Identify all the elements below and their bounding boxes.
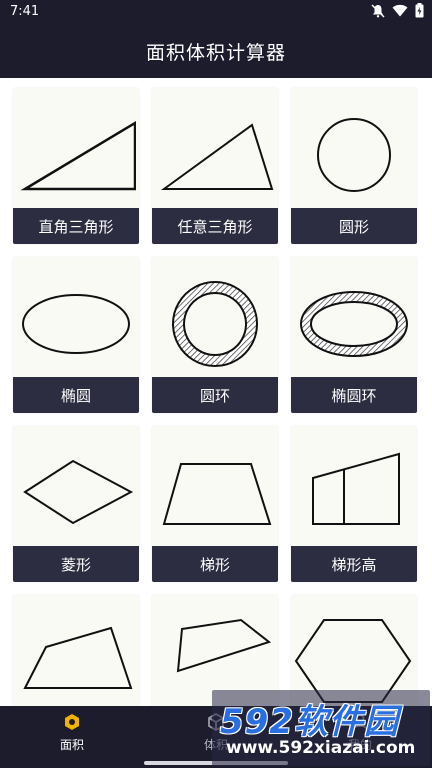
circle-icon — [317, 118, 391, 192]
shape-card-triangle[interactable]: 任意三角形 — [152, 88, 278, 244]
shape-card-ellipse[interactable]: 椭圆 — [13, 257, 139, 413]
shape-card-label: 直角三角形 — [13, 208, 139, 244]
shape-card-irregular-quadrilateral[interactable] — [152, 595, 278, 706]
page-title: 面积体积计算器 — [145, 41, 286, 64]
shape-card-label: 梯形高 — [291, 546, 417, 582]
shape-card-hexagon[interactable] — [291, 595, 417, 706]
cube-icon — [206, 712, 226, 732]
shape-card-label: 椭圆环 — [291, 377, 417, 413]
shape-card-trapezoid[interactable]: 梯形 — [152, 426, 278, 582]
shape-card-label: 任意三角形 — [152, 208, 278, 244]
triangle-icon — [160, 123, 274, 190]
nav-item-mine[interactable]: 我的 — [288, 706, 432, 758]
shape-grid: 直角三角形 任意三角形 圆形 椭圆 圆环 椭圆环 菱形 梯形 梯形高 — [13, 88, 417, 706]
bottom-nav: 面积 体积 我的 — [0, 706, 432, 758]
shape-card-annulus[interactable]: 圆环 — [152, 257, 278, 413]
status-bar: 7:41 — [0, 0, 432, 24]
mute-icon — [371, 3, 385, 18]
home-indicator[interactable] — [144, 761, 288, 765]
battery-icon — [415, 3, 424, 18]
shape-card-label: 圆形 — [291, 208, 417, 244]
irregular-quadrilateral-icon — [176, 618, 272, 673]
trapezoid-icon — [162, 463, 272, 525]
nav-label: 我的 — [347, 737, 372, 752]
status-icons — [371, 3, 424, 18]
hexagon-icon — [62, 712, 82, 732]
shape-card-label: 圆环 — [152, 377, 278, 413]
person-icon — [350, 712, 370, 732]
wifi-icon — [392, 4, 408, 17]
shape-card-label: 菱形 — [13, 546, 139, 582]
shape-card-rhombus[interactable]: 菱形 — [13, 426, 139, 582]
app-bar: 面积体积计算器 — [0, 24, 432, 78]
rhombus-icon — [23, 459, 134, 525]
nav-label: 面积 — [59, 737, 84, 752]
trapezoid-height-icon — [312, 452, 400, 525]
nav-item-volume[interactable]: 体积 — [144, 706, 288, 758]
shape-card-label: 梯形 — [152, 546, 278, 582]
shape-card-label: 椭圆 — [13, 377, 139, 413]
gesture-bar — [0, 758, 432, 768]
status-time: 7:41 — [10, 4, 40, 19]
annulus-icon — [172, 281, 258, 367]
shape-card-right-triangle[interactable]: 直角三角形 — [13, 88, 139, 244]
right-triangle-icon — [20, 120, 136, 191]
quadrilateral-icon — [23, 626, 133, 689]
nav-item-area[interactable]: 面积 — [0, 706, 144, 758]
shape-card-elliptical-annulus[interactable]: 椭圆环 — [291, 257, 417, 413]
shape-card-circle[interactable]: 圆形 — [291, 88, 417, 244]
nav-label: 体积 — [203, 737, 228, 752]
hexagon-icon — [294, 619, 412, 703]
shape-list[interactable]: 直角三角形 任意三角形 圆形 椭圆 圆环 椭圆环 菱形 梯形 梯形高 — [0, 78, 432, 706]
elliptical-annulus-icon — [299, 291, 409, 357]
shape-card-quadrilateral[interactable] — [13, 595, 139, 706]
ellipse-icon — [22, 294, 130, 354]
shape-card-trapezoid-height[interactable]: 梯形高 — [291, 426, 417, 582]
